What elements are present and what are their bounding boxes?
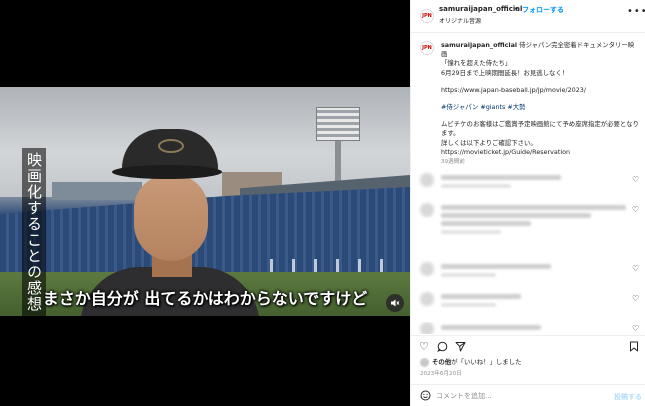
comment-item: ♡ <box>411 322 645 334</box>
account-avatar[interactable]: JPN <box>420 9 434 23</box>
bookmark-icon <box>630 341 638 352</box>
comment-text-blurred <box>441 205 626 210</box>
video-subtitle: まさか自分が 出てるかはわからないですけど <box>42 289 368 308</box>
comment-text-blurred <box>441 264 551 269</box>
commenter-avatar[interactable] <box>420 262 434 276</box>
comment-text-blurred <box>441 325 541 330</box>
comment-item: ♡ <box>411 292 645 314</box>
caption-url2: https://movieticket.jp/Guide/Reservation <box>441 147 571 156</box>
speaker-muted-icon <box>391 299 400 307</box>
caption-hashtags[interactable]: #侍ジャパン #giants #大勢 <box>441 103 639 112</box>
follow-button[interactable]: フォローする <box>522 5 564 15</box>
heart-icon: ♡ <box>419 340 429 353</box>
comment-button[interactable] <box>437 341 448 355</box>
caption-url: https://www.japan-baseball.jp/jp/movie/2… <box>441 85 587 94</box>
account-username[interactable]: samuraijapan_official <box>439 5 522 13</box>
audio-label[interactable]: オリジナル音源 <box>439 16 481 25</box>
comment-text-blurred <box>441 221 531 226</box>
comment-like-icon[interactable]: ♡ <box>632 264 639 273</box>
comment-text-blurred <box>441 213 591 218</box>
more-options-button[interactable]: ••• <box>627 6 645 17</box>
commenter-avatar[interactable] <box>420 173 434 187</box>
commenter-avatar[interactable] <box>420 322 434 334</box>
send-icon <box>455 342 466 352</box>
likes-others-link[interactable]: その他 <box>432 358 451 366</box>
mute-button[interactable] <box>386 294 404 312</box>
post-header: JPN samuraijapan_official • フォローする オリジナル… <box>411 0 645 33</box>
comment-text-blurred <box>441 175 561 180</box>
post-action-bar: ♡ <box>411 335 645 355</box>
post-date[interactable]: 2023年6月20日 <box>420 369 462 377</box>
likes-summary: その他が「いいね！」しました <box>420 357 521 367</box>
comment-meta-blurred <box>441 303 496 307</box>
caption-line4: ムビチケのお客様はご鑑賞予定映画館にて予め座席指定が必要となります。 <box>441 120 639 138</box>
post-comment-button[interactable]: 投稿する <box>614 392 642 402</box>
comment-input[interactable] <box>436 389 596 403</box>
comment-like-icon[interactable]: ♡ <box>632 205 639 214</box>
caption-line3: 6月29日まで上映期間延長！お見逃しなく！ <box>441 68 569 77</box>
video-frame[interactable] <box>0 87 410 316</box>
caption-line2: 「憧れを超えた侍たち」 <box>441 59 512 68</box>
cap-logo-icon <box>158 139 184 153</box>
separator-dot: • <box>514 5 519 13</box>
comment-item: ♡ <box>411 203 645 234</box>
comment-meta-blurred <box>441 273 496 277</box>
caption-line5: 詳しくは以下よりご確認下さい。 <box>441 138 537 147</box>
video-player[interactable]: 映画化することの感想 まさか自分が 出てるかはわからないですけど <box>0 0 410 406</box>
comment-meta-blurred <box>441 184 511 188</box>
share-button[interactable] <box>455 341 466 355</box>
comment-text-blurred <box>441 294 521 299</box>
post-caption: samuraijapan_official 侍ジャパン完全密着ドキュメンタリー映… <box>441 41 639 167</box>
liker-avatar[interactable] <box>420 357 429 367</box>
caption-avatar[interactable]: JPN <box>420 41 434 55</box>
like-button[interactable]: ♡ <box>419 341 429 353</box>
caption-timestamp[interactable]: 39週間前 <box>441 158 639 167</box>
comment-like-icon[interactable]: ♡ <box>632 294 639 303</box>
comment-like-icon[interactable]: ♡ <box>632 324 639 333</box>
commenter-avatar[interactable] <box>420 203 434 217</box>
caption-username[interactable]: samuraijapan_official <box>441 41 517 49</box>
smiley-icon <box>420 390 431 401</box>
comment-meta-blurred <box>441 230 501 234</box>
more-horizontal-icon: ••• <box>627 6 645 17</box>
comment-item: ♡ <box>411 173 645 195</box>
comment-item: ♡ <box>411 262 645 284</box>
likes-text: が「いいね！」しました <box>451 358 522 366</box>
comment-composer: 投稿する <box>411 384 645 406</box>
save-button[interactable] <box>629 341 639 355</box>
post-side-panel: JPN samuraijapan_official • フォローする オリジナル… <box>410 0 645 406</box>
comment-icon <box>437 341 448 352</box>
commenter-avatar[interactable] <box>420 292 434 306</box>
emoji-button[interactable] <box>420 390 431 404</box>
comment-like-icon[interactable]: ♡ <box>632 175 639 184</box>
